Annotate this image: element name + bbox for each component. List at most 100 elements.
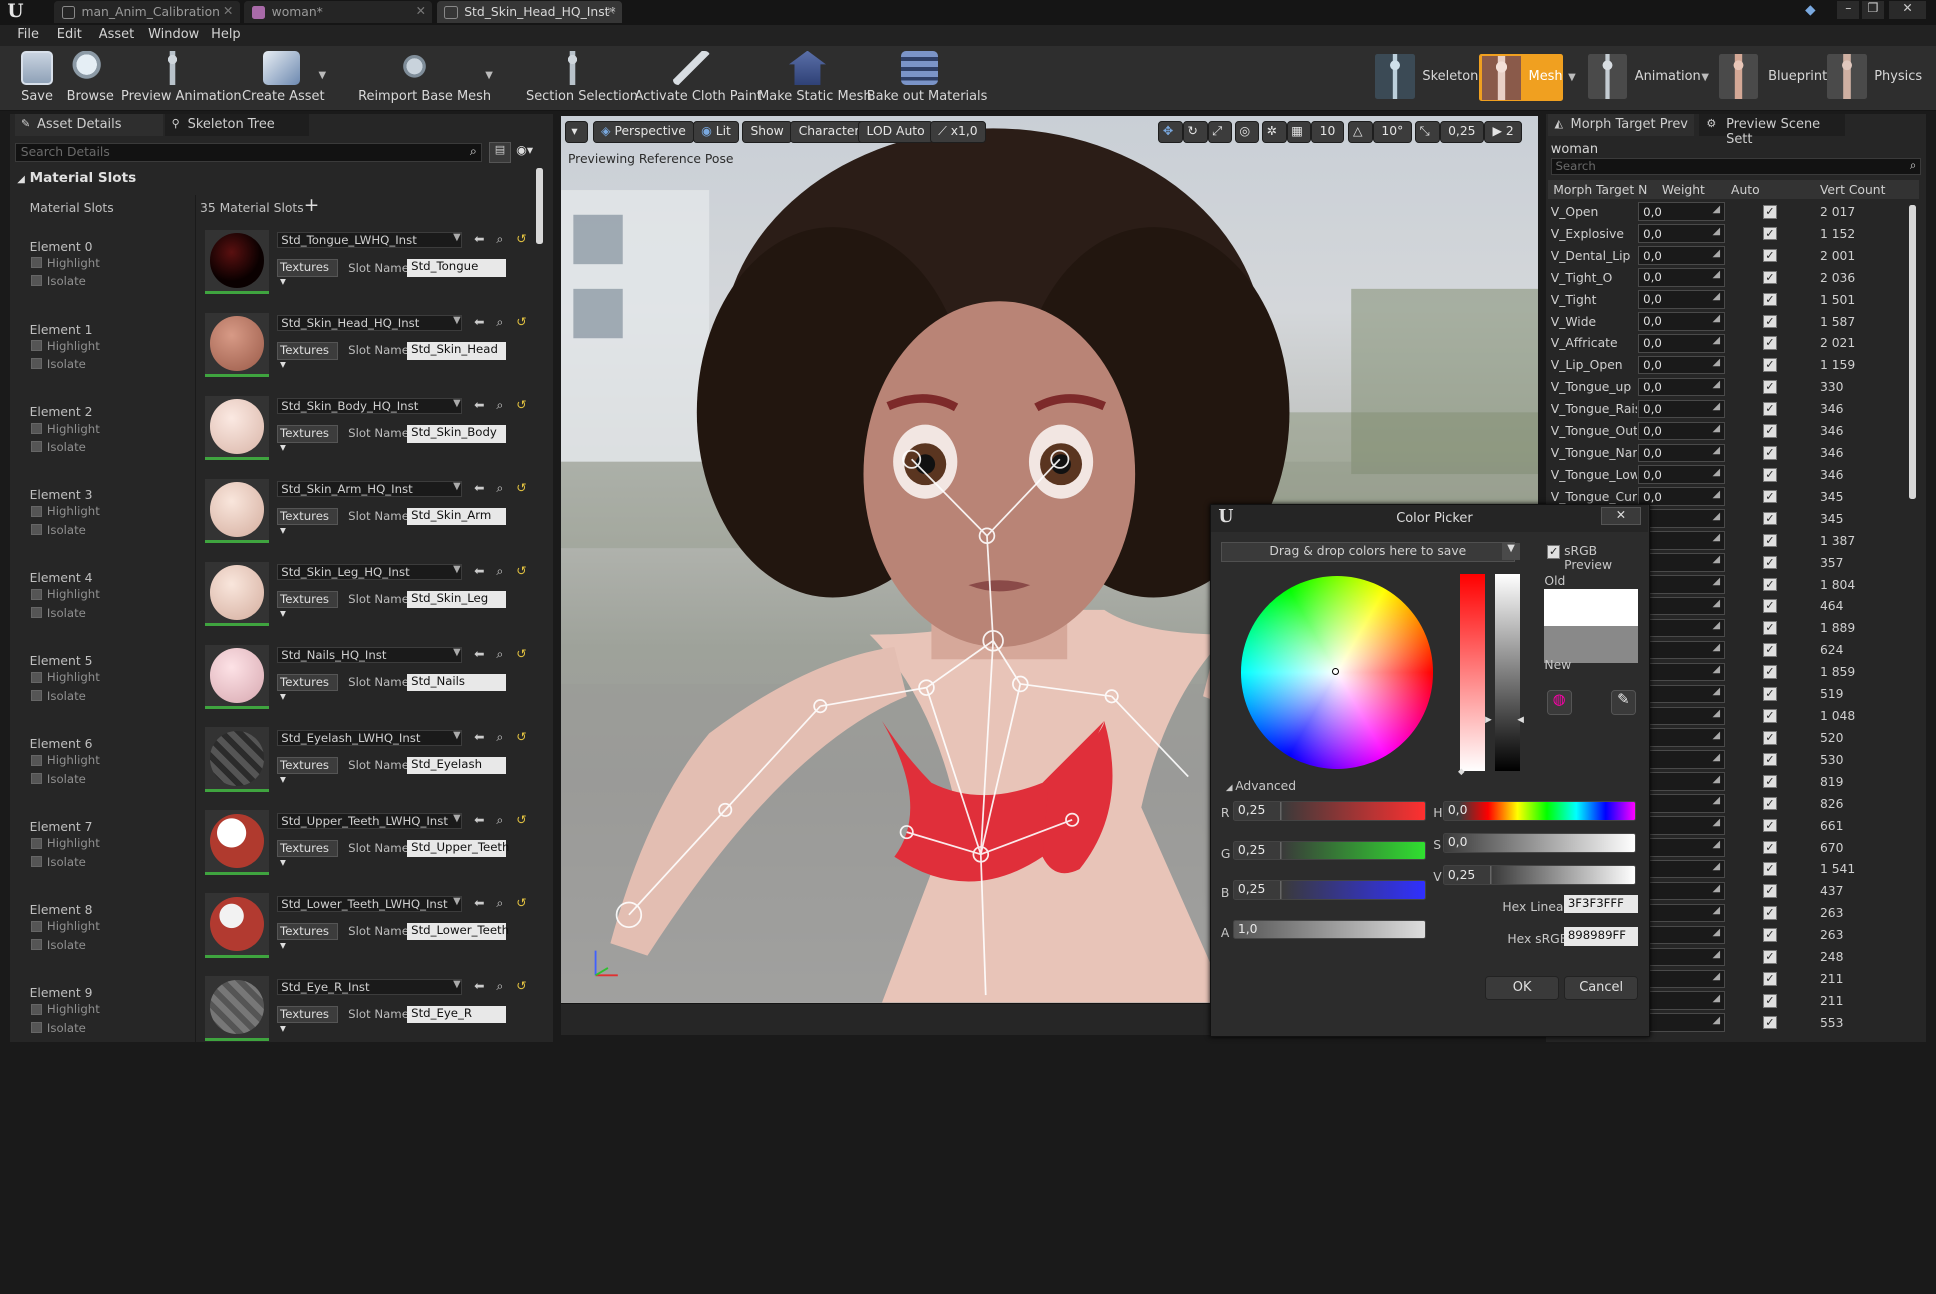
- weight-spin-icon[interactable]: ◢: [1713, 774, 1721, 785]
- weight-spin-icon[interactable]: ◢: [1713, 905, 1721, 916]
- slot-name-input[interactable]: Std_Upper_Teeth: [407, 840, 509, 858]
- highlight-checkbox[interactable]: [30, 422, 42, 434]
- saturation-slider[interactable]: [1460, 573, 1486, 772]
- advanced-toggle[interactable]: ◢ Advanced: [1226, 779, 1296, 793]
- use-selected-arrow-icon[interactable]: ⬅: [474, 813, 484, 827]
- a-channel-slider[interactable]: 1,0: [1233, 919, 1426, 940]
- weight-spin-icon[interactable]: ◢: [1713, 226, 1721, 237]
- search-details-input[interactable]: Search Details ⌕: [14, 143, 482, 162]
- saturation-slider-handle[interactable]: ◆: [1458, 767, 1465, 777]
- auto-checkbox[interactable]: ✓: [1763, 489, 1777, 504]
- material-thumbnail[interactable]: [204, 727, 270, 792]
- textures-dropdown[interactable]: Textures ▾: [276, 342, 339, 371]
- reset-to-default-icon[interactable]: ↺: [516, 896, 526, 910]
- scale-size-button[interactable]: 0,25: [1439, 121, 1484, 144]
- weight-spin-icon[interactable]: ◢: [1713, 204, 1721, 215]
- weight-spin-icon[interactable]: ◢: [1713, 927, 1721, 938]
- translate-icon[interactable]: ✥: [1158, 121, 1183, 144]
- isolate-checkbox[interactable]: [30, 1022, 42, 1034]
- material-picker[interactable]: Std_Eyelash_LWHQ_Inst: [276, 729, 462, 746]
- minimize-button[interactable]: –: [1837, 1, 1860, 19]
- browse-search-icon[interactable]: ⌕: [496, 232, 503, 247]
- scale-snap-icon[interactable]: ⤡: [1414, 121, 1440, 144]
- dropdown-arrow-icon[interactable]: ▼: [453, 896, 461, 907]
- auto-checkbox[interactable]: ✓: [1763, 621, 1777, 635]
- morph-target-row[interactable]: V_Tongue_up 0,0 ◢ ✓ 330: [1548, 377, 1913, 399]
- weight-spin-icon[interactable]: ◢: [1713, 554, 1721, 565]
- mode-mesh-dropdown-icon[interactable]: ▼: [1568, 72, 1576, 83]
- use-selected-arrow-icon[interactable]: ⬅: [474, 232, 484, 246]
- weight-spin-icon[interactable]: ◢: [1713, 335, 1721, 346]
- browse-search-icon[interactable]: ⌕: [496, 647, 503, 662]
- add-slot-icon[interactable]: +: [304, 195, 320, 216]
- isolate-checkbox[interactable]: [30, 524, 42, 536]
- srgb-preview-checkbox[interactable]: ✓: [1546, 545, 1561, 560]
- notification-icon[interactable]: ◆: [1805, 2, 1815, 18]
- highlight-checkbox[interactable]: [30, 588, 42, 600]
- isolate-checkbox[interactable]: [30, 773, 42, 785]
- highlight-checkbox[interactable]: [30, 837, 42, 849]
- auto-checkbox[interactable]: ✓: [1763, 577, 1777, 592]
- weight-spin-icon[interactable]: ◢: [1713, 313, 1721, 324]
- morph-target-row[interactable]: V_Tongue_Raise 0,0 ◢ ✓ 346: [1548, 398, 1913, 420]
- slot-name-input[interactable]: Std_Skin_Body: [407, 425, 507, 443]
- isolate-checkbox[interactable]: [30, 939, 42, 951]
- use-selected-arrow-icon[interactable]: ⬅: [474, 896, 484, 910]
- auto-checkbox[interactable]: ✓: [1763, 533, 1777, 548]
- isolate-checkbox[interactable]: [30, 275, 42, 287]
- angle-size-button[interactable]: 10°: [1372, 121, 1412, 144]
- close-window-button[interactable]: ✕: [1889, 1, 1927, 19]
- auto-checkbox[interactable]: ✓: [1763, 730, 1777, 745]
- weight-spin-icon[interactable]: ◢: [1713, 445, 1721, 456]
- material-thumbnail[interactable]: [204, 810, 270, 875]
- dropdown-arrow-icon[interactable]: ▼: [453, 398, 461, 409]
- close-icon[interactable]: ✕: [416, 4, 426, 18]
- isolate-checkbox[interactable]: [30, 441, 42, 453]
- value-slider[interactable]: [1494, 573, 1520, 772]
- browse-search-icon[interactable]: ⌕: [496, 730, 503, 745]
- auto-checkbox[interactable]: ✓: [1763, 687, 1777, 701]
- auto-checkbox[interactable]: ✓: [1763, 226, 1777, 241]
- use-selected-arrow-icon[interactable]: ⬅: [474, 481, 484, 495]
- material-thumbnail[interactable]: [204, 644, 270, 709]
- tab-skeleton-tree[interactable]: ⚲ Skeleton Tree: [165, 113, 309, 136]
- material-thumbnail[interactable]: [204, 478, 270, 543]
- auto-checkbox[interactable]: ✓: [1763, 314, 1777, 329]
- highlight-checkbox[interactable]: [30, 754, 42, 766]
- mode-animation-dropdown-icon[interactable]: ▼: [1701, 72, 1709, 83]
- dropdown-arrow-icon[interactable]: ▼: [453, 979, 461, 990]
- isolate-checkbox[interactable]: [30, 607, 42, 619]
- morph-target-row[interactable]: V_Tight_O 0,0 ◢ ✓ 2 036: [1548, 267, 1913, 289]
- auto-checkbox[interactable]: ✓: [1763, 248, 1777, 263]
- slot-name-input[interactable]: Std_Skin_Leg: [407, 591, 507, 609]
- use-selected-arrow-icon[interactable]: ⬅: [474, 564, 484, 578]
- material-thumbnail[interactable]: [204, 976, 270, 1041]
- character-button[interactable]: Character: [790, 121, 868, 144]
- textures-dropdown[interactable]: Textures ▾: [276, 259, 339, 288]
- slot-name-input[interactable]: Std_Nails: [407, 674, 507, 692]
- slot-name-input[interactable]: Std_Skin_Head: [407, 342, 507, 360]
- material-picker[interactable]: Std_Skin_Arm_HQ_Inst: [276, 481, 462, 498]
- reset-to-default-icon[interactable]: ↺: [516, 730, 526, 744]
- auto-checkbox[interactable]: ✓: [1763, 796, 1777, 811]
- morph-target-row[interactable]: V_Explosive 0,0 ◢ ✓ 1 152: [1548, 223, 1913, 245]
- reset-to-default-icon[interactable]: ↺: [516, 564, 526, 578]
- material-picker[interactable]: Std_Eye_R_Inst: [276, 978, 462, 995]
- auto-checkbox[interactable]: ✓: [1763, 818, 1777, 833]
- scale-icon[interactable]: ⤢: [1207, 121, 1233, 144]
- hex-linear-input[interactable]: 3F3F3FFF: [1564, 894, 1639, 914]
- auto-checkbox[interactable]: ✓: [1763, 1015, 1777, 1030]
- r-channel-slider[interactable]: 0,25: [1233, 801, 1426, 821]
- mode-mesh-button[interactable]: Mesh: [1479, 54, 1564, 102]
- morph-target-row[interactable]: V_Tongue_Narro 0,0 ◢ ✓ 346: [1548, 442, 1913, 464]
- close-icon[interactable]: ✕: [223, 4, 233, 18]
- reimport-base-mesh-button[interactable]: Reimport Base Mesh: [358, 46, 491, 110]
- saved-colors-dropzone[interactable]: Drag & drop colors here to save: [1220, 541, 1515, 562]
- col-auto[interactable]: Auto: [1731, 183, 1760, 197]
- textures-dropdown[interactable]: Textures ▾: [276, 840, 339, 869]
- dropdown-arrow-icon[interactable]: ▼: [453, 564, 461, 575]
- mode-animation-button[interactable]: Animation: [1587, 54, 1701, 101]
- col-weight[interactable]: Weight: [1662, 183, 1705, 197]
- value-slider-handle-right[interactable]: ◀: [1517, 715, 1524, 725]
- slot-name-input[interactable]: Std_Skin_Arm: [407, 508, 507, 526]
